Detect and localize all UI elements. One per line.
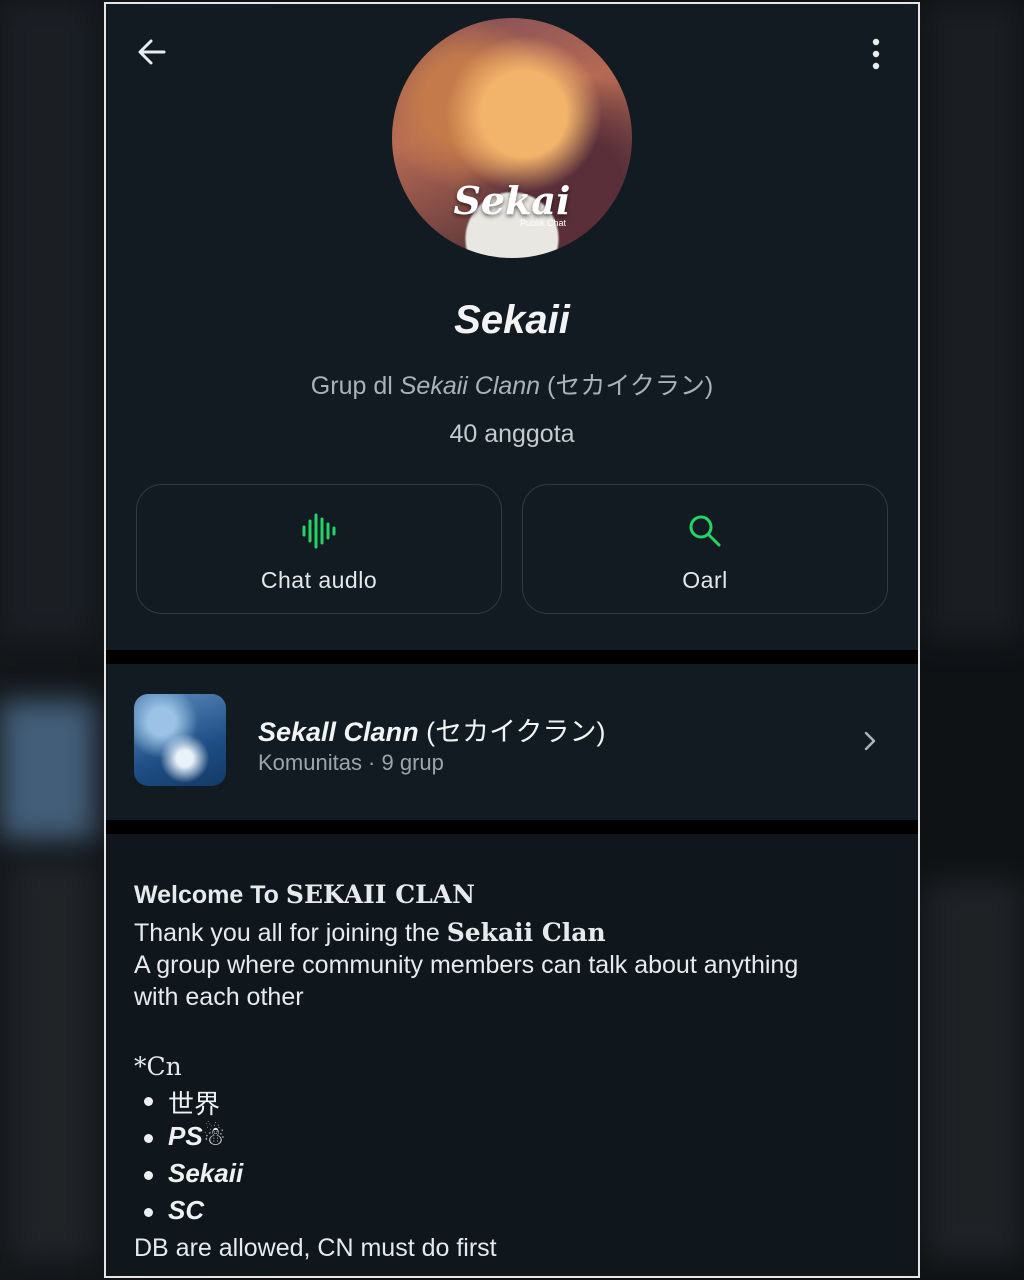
more-vert-icon [872,38,880,70]
description-line: A group where community members can talk… [134,951,799,979]
group-subtitle: Grup dl Sekaii Clann (セカイクラン) [106,366,918,402]
list-item-text: Sekaii [168,1158,244,1188]
section-divider [106,650,918,664]
list-item-text: PS☃︎ [168,1121,226,1151]
avatar-logo-text: Sekai [453,178,571,223]
backdrop-shade [0,0,95,640]
group-subtitle-prefix: Grup dl [310,372,393,400]
more-options-button[interactable] [864,34,888,74]
chevron-right-icon [864,731,876,751]
community-avatar [134,694,226,786]
bullet-list: 世界 PS☃︎ Sekaii SC [138,1084,243,1232]
community-subtitle: Komunitas · 9 grup [258,750,444,775]
audio-chat-label: Chat audlo [260,567,378,593]
group-avatar[interactable]: Sekai Publik Chat [392,18,632,258]
list-item: Sekaii [138,1158,243,1195]
group-subtitle-community[interactable]: Sekaii Clann [400,372,540,400]
avatar-logo-subtext: Publik Chat [520,218,567,228]
list-item: PS☃︎ [138,1121,243,1158]
list-item-text: 世界 [168,1089,221,1119]
description-emphasis: SEKAII CLAN [285,880,475,909]
list-item: SC [138,1195,243,1232]
section-divider [106,820,918,834]
description-line: *Cn [134,1052,182,1081]
description-text: Thank you all for joining the [134,919,440,947]
audio-wave-icon [302,513,336,549]
search-icon [689,515,721,547]
description-text: Welcome To [134,881,279,909]
group-info-header: Sekai Publik Chat Sekaii Grup dl Sekaii … [106,4,918,650]
group-description: Welcome To SEKAII CLAN Thank you all for… [106,834,918,1276]
community-row[interactable]: Sekall Clann (セカイクラン) Komunitas · 9 grup [106,664,918,820]
description-line: Thank you all for joining the Sekaii Cla… [134,918,606,948]
phone-screen: Sekai Publik Chat Sekaii Grup dl Sekaii … [104,2,920,1278]
community-title: Sekall Clann (セカイクラン) [258,710,606,749]
audio-chat-button[interactable]: Chat audlo [136,484,502,614]
backdrop-shade [924,880,1024,1260]
search-label: Oarl [682,567,728,593]
community-name-suffix: (セカイクラン) [426,717,606,747]
community-name: Sekall Clann [258,717,419,747]
description-line: Welcome To SEKAII CLAN [134,880,475,910]
group-subtitle-suffix: (セカイクラン) [547,372,714,400]
description-line: DB are allowed, CN must do first [134,1234,497,1262]
back-arrow-icon [138,39,166,65]
backdrop-shade [924,0,1024,640]
list-item-text: SC [168,1195,205,1225]
group-title: Sekaii [454,298,570,342]
description-emphasis: Sekaii Clan [446,918,606,947]
member-count: 40 anggota [449,420,575,448]
search-button[interactable]: Oarl [522,484,888,614]
list-item: 世界 [138,1084,243,1121]
backdrop-shade [10,860,95,1260]
backdrop-shade [0,700,95,840]
back-button[interactable] [134,34,170,70]
description-line: with each other [134,983,304,1011]
